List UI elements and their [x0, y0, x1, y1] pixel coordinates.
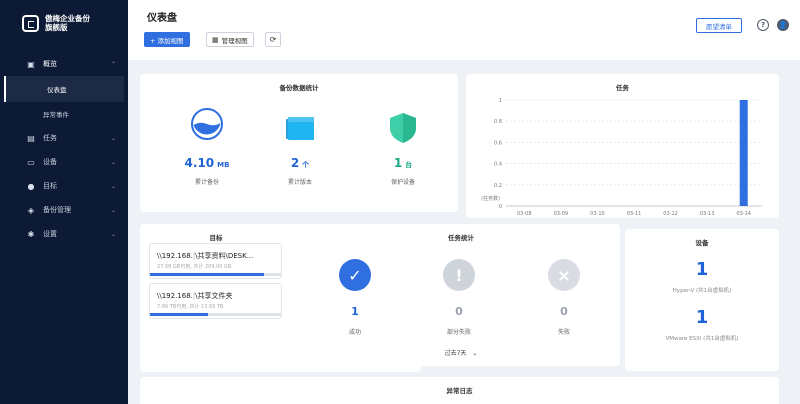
user-icon[interactable]: 👤 [777, 19, 789, 31]
usage-bar-fill [150, 313, 208, 316]
fail-x-icon: × [548, 259, 580, 291]
devices-card: 设备 1 Hyper-V (共1台虚拟机) 1 VMware ESXi (共1台… [625, 229, 779, 371]
add-view-button[interactable]: + 添加视图 [144, 32, 190, 47]
manage-view-button[interactable]: ▦ 管理视图 [206, 32, 254, 47]
sidebar-item-tasks[interactable]: ▤ 任务 ⌄ [0, 126, 128, 150]
settings-icon: ✱ [27, 229, 35, 239]
y-tick-label: 0.8 [494, 119, 502, 125]
x-tick-label: 03-10 [590, 211, 605, 217]
sidebar-item-exceptions[interactable]: 异常事件 [0, 102, 128, 126]
brand: 傲梅企业备份 旗舰版 [0, 0, 128, 46]
wishlist-button[interactable]: 愿望清单 [696, 18, 742, 33]
device-icon: ▭ [27, 157, 35, 167]
overview-icon: ▣ [27, 59, 35, 69]
x-tick-label: 03-12 [663, 211, 678, 217]
y-tick-label: 0.6 [494, 140, 502, 146]
sidebar-item-overview[interactable]: ▣ 概览 ⌃ [0, 52, 128, 76]
chevron-up-icon: ⌃ [110, 60, 116, 68]
manage-view-icon: ▦ [212, 35, 219, 44]
usage-bar [150, 313, 281, 316]
backup-stats-card: 备份数据统计 4.10 MB 累计备份 2个 累计版本 1台 保护设备 [140, 74, 458, 212]
nav-menu: ▣ 概览 ⌃ 仪表盘 异常事件 ▤ 任务 ⌄ ▭ 设备 ⌄ ● 目标 ⌄ ◈ 备… [0, 52, 128, 246]
x-tick-label: 03-11 [627, 211, 642, 217]
card-title: 目标 [209, 234, 223, 242]
stat-protected-devices: 1台 保护设备 [390, 156, 415, 186]
page-header: 仪表盘 + 添加视图 ▦ 管理视图 ⟳ 愿望清单 ? 👤 [128, 0, 800, 60]
x-tick-label: 03-14 [736, 211, 751, 217]
card-title: 任务统计 [448, 234, 474, 242]
tasks-bar-chart: 0 0.2 0.4 0.6 0.8 1 (任务数) 03-08 03-09 03-10 03-11 0… [481, 98, 762, 217]
sidebar-item-settings[interactable]: ✱ 设置 ⌄ [0, 222, 128, 246]
device-hyperv[interactable]: 1 Hyper-V (共1台虚拟机) [625, 259, 779, 294]
protected-shield-icon [390, 113, 416, 143]
y-tick-label: 0.2 [494, 183, 502, 189]
stat-total-versions: 2个 累计版本 [287, 156, 312, 186]
x-tick-label: 03-13 [700, 211, 715, 217]
card-title: 设备 [695, 239, 709, 247]
backup-manage-icon: ◈ [27, 205, 35, 215]
sidebar: 傲梅企业备份 旗舰版 ▣ 概览 ⌃ 仪表盘 异常事件 ▤ 任务 ⌄ ▭ 设备 ⌄… [0, 0, 128, 404]
chevron-down-icon: ⌄ [110, 206, 116, 214]
task-icon: ▤ [27, 133, 35, 143]
app-logo-icon [22, 14, 39, 32]
error-log-card: 异常日志 [140, 377, 779, 404]
refresh-icon: ⟳ [269, 35, 277, 44]
y-tick-label: 1 [499, 98, 502, 104]
chevron-down-icon: ⌄ [472, 350, 478, 357]
usage-bar-fill [150, 273, 264, 276]
sidebar-item-targets[interactable]: ● 目标 ⌄ [0, 174, 128, 198]
bar-03-14 [739, 100, 748, 206]
y-axis-label: (任务数) [481, 195, 500, 202]
x-tick-label: 03-08 [517, 211, 532, 217]
warning-icon: ! [443, 259, 475, 291]
card-title: 异常日志 [446, 387, 473, 395]
chevron-down-icon: ⌄ [110, 230, 116, 238]
task-stat-failed: × 0 失败 [534, 259, 594, 336]
page-title: 仪表盘 [147, 13, 177, 24]
help-icon[interactable]: ? [757, 19, 769, 31]
sidebar-item-backup-manage[interactable]: ◈ 备份管理 ⌄ [0, 198, 128, 222]
y-tick-label: 0 [499, 204, 502, 210]
brand-name: 傲梅企业备份 旗舰版 [45, 14, 90, 32]
task-stat-success: ✓ 1 成功 [325, 259, 385, 336]
storage-pie-icon [191, 108, 223, 140]
target-icon: ● [27, 181, 35, 191]
stat-total-backup: 4.10 MB 累计备份 [184, 156, 230, 186]
target-item[interactable]: \\192.168. \共享资料\DESK... 27.68 GB可用, 共计 … [149, 243, 282, 279]
sidebar-item-dashboard[interactable]: 仪表盘 [4, 76, 124, 102]
chevron-down-icon: ⌄ [110, 182, 116, 190]
chevron-down-icon: ⌄ [110, 134, 116, 142]
chevron-down-icon: ⌄ [110, 158, 116, 166]
success-check-icon: ✓ [339, 259, 371, 291]
device-vmware[interactable]: 1 VMware ESXi (共1台虚拟机) [625, 307, 779, 342]
tasks-chart-card: 任务 0 0.2 0.4 0.6 0.8 1 (任务数) 03-08 03-09 03-10 03-… [466, 74, 779, 218]
task-stat-partial-fail: ! 0 部分失败 [429, 259, 489, 336]
y-tick-label: 0.4 [494, 162, 502, 168]
card-title: 备份数据统计 [279, 84, 319, 92]
versions-folder-icon [286, 117, 314, 140]
period-dropdown[interactable]: 过去7天 ⌄ [302, 348, 620, 357]
usage-bar [150, 273, 281, 276]
refresh-button[interactable]: ⟳ [265, 32, 281, 47]
x-tick-label: 03-09 [554, 211, 569, 217]
task-stats-card: 任务统计 ✓ 1 成功 ! 0 部分失败 × 0 失败 过去7天 ⌄ [302, 224, 620, 366]
main-area: 仪表盘 + 添加视图 ▦ 管理视图 ⟳ 愿望清单 ? 👤 备份数据统计 4.10… [128, 0, 800, 404]
target-item[interactable]: \\192.168. \共享文件夹 7.86 TB可用, 共计 13.93 TB [149, 283, 282, 319]
sidebar-item-devices[interactable]: ▭ 设备 ⌄ [0, 150, 128, 174]
